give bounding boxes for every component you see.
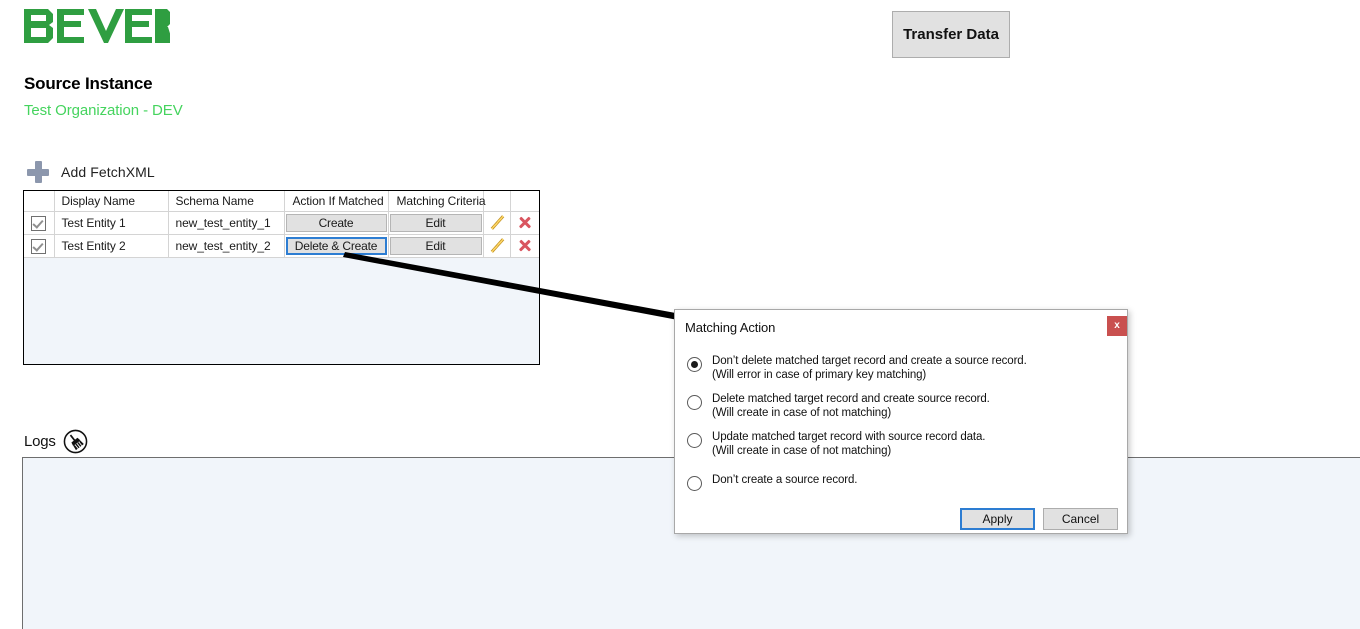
row-checkbox[interactable] (31, 215, 47, 231)
radio-label-sub: (Will create in case of not matching) (712, 406, 892, 419)
page-title: Source Instance (24, 74, 153, 93)
radio-label-main: Delete matched target record and create … (712, 393, 990, 405)
radio-option-dont-create[interactable]: Don’t create a source record. (687, 474, 858, 491)
logs-header: Logs (24, 429, 88, 453)
add-fetchxml-button[interactable]: Add FetchXML (27, 160, 155, 184)
column-header-schema-name: Schema Name (168, 191, 285, 212)
radio-label-sub: (Will error in case of primary key match… (712, 368, 927, 381)
row-action-cell: Create (284, 211, 389, 235)
pencil-icon[interactable] (489, 238, 505, 254)
action-if-matched-button[interactable]: Create (285, 214, 387, 232)
column-header-display-name: Display Name (54, 191, 169, 212)
radio-label-sub: (Will create in case of not matching) (712, 444, 892, 457)
radio-indicator[interactable] (687, 357, 702, 372)
row-delete-cell (510, 234, 539, 258)
close-icon[interactable]: x (1107, 316, 1127, 336)
row-schema-name: new_test_entity_1 (168, 211, 285, 235)
row-edit-cell (483, 234, 511, 258)
column-header-select (24, 191, 55, 212)
entity-table: Display Name Schema Name Action If Match… (24, 191, 539, 364)
table-row: Test Entity 1 new_test_entity_1 Create E… (24, 211, 539, 235)
row-edit-cell (483, 211, 511, 235)
column-header-delete (510, 191, 539, 212)
radio-label-main: Don’t delete matched target record and c… (712, 355, 1027, 367)
row-select-cell (24, 211, 55, 235)
radio-label: Update matched target record with source… (712, 431, 986, 458)
cancel-button[interactable]: Cancel (1043, 508, 1118, 530)
radio-indicator[interactable] (687, 395, 702, 410)
bever-logo-mark (24, 9, 170, 43)
radio-option-update[interactable]: Update matched target record with source… (687, 431, 986, 458)
grid-empty-area (24, 257, 539, 364)
radio-indicator[interactable] (687, 476, 702, 491)
row-criteria-cell: Edit (388, 211, 484, 235)
row-schema-name: new_test_entity_2 (168, 234, 285, 258)
row-display-name: Test Entity 1 (54, 211, 169, 235)
pencil-icon[interactable] (489, 215, 505, 231)
table-header-row: Display Name Schema Name Action If Match… (24, 191, 539, 212)
column-header-matching-criteria: Matching Criteria (388, 191, 486, 212)
grid-empty-cell (24, 257, 539, 364)
row-checkbox[interactable] (31, 238, 47, 254)
radio-label: Don’t delete matched target record and c… (712, 355, 1027, 382)
entity-grid: Display Name Schema Name Action If Match… (23, 190, 540, 365)
logs-label: Logs (24, 432, 56, 450)
table-row: Test Entity 2 new_test_entity_2 Delete &… (24, 234, 539, 258)
radio-indicator[interactable] (687, 433, 702, 448)
row-criteria-cell: Edit (388, 234, 484, 258)
transfer-data-button[interactable]: Transfer Data (892, 11, 1010, 58)
row-delete-cell (510, 211, 539, 235)
matching-criteria-edit-button[interactable]: Edit (389, 237, 482, 255)
close-icon[interactable] (517, 238, 533, 254)
add-fetchxml-label: Add FetchXML (61, 164, 155, 180)
column-header-edit (483, 191, 511, 212)
dialog-title: Matching Action (685, 320, 776, 335)
bever-logo (24, 8, 170, 46)
row-action-cell: Delete & Create (284, 234, 389, 258)
radio-label: Don’t create a source record. (712, 474, 858, 488)
matching-criteria-edit-button[interactable]: Edit (389, 214, 482, 232)
radio-label-main: Update matched target record with source… (712, 431, 986, 443)
broom-icon[interactable] (63, 429, 88, 454)
radio-label: Delete matched target record and create … (712, 393, 990, 420)
radio-label-main: Don’t create a source record. (712, 474, 858, 486)
row-select-cell (24, 234, 55, 258)
radio-option-delete-and-create[interactable]: Delete matched target record and create … (687, 393, 990, 420)
plus-icon (27, 161, 49, 183)
action-if-matched-button[interactable]: Delete & Create (285, 237, 387, 255)
radio-option-dont-delete[interactable]: Don’t delete matched target record and c… (687, 355, 1027, 382)
source-organization-label: Test Organization - DEV (24, 102, 183, 119)
column-header-action-if-matched: Action If Matched (284, 191, 389, 212)
matching-action-dialog: Matching Action x Don’t delete matched t… (674, 309, 1128, 534)
close-icon[interactable] (517, 215, 533, 231)
apply-button[interactable]: Apply (960, 508, 1035, 530)
row-display-name: Test Entity 2 (54, 234, 169, 258)
